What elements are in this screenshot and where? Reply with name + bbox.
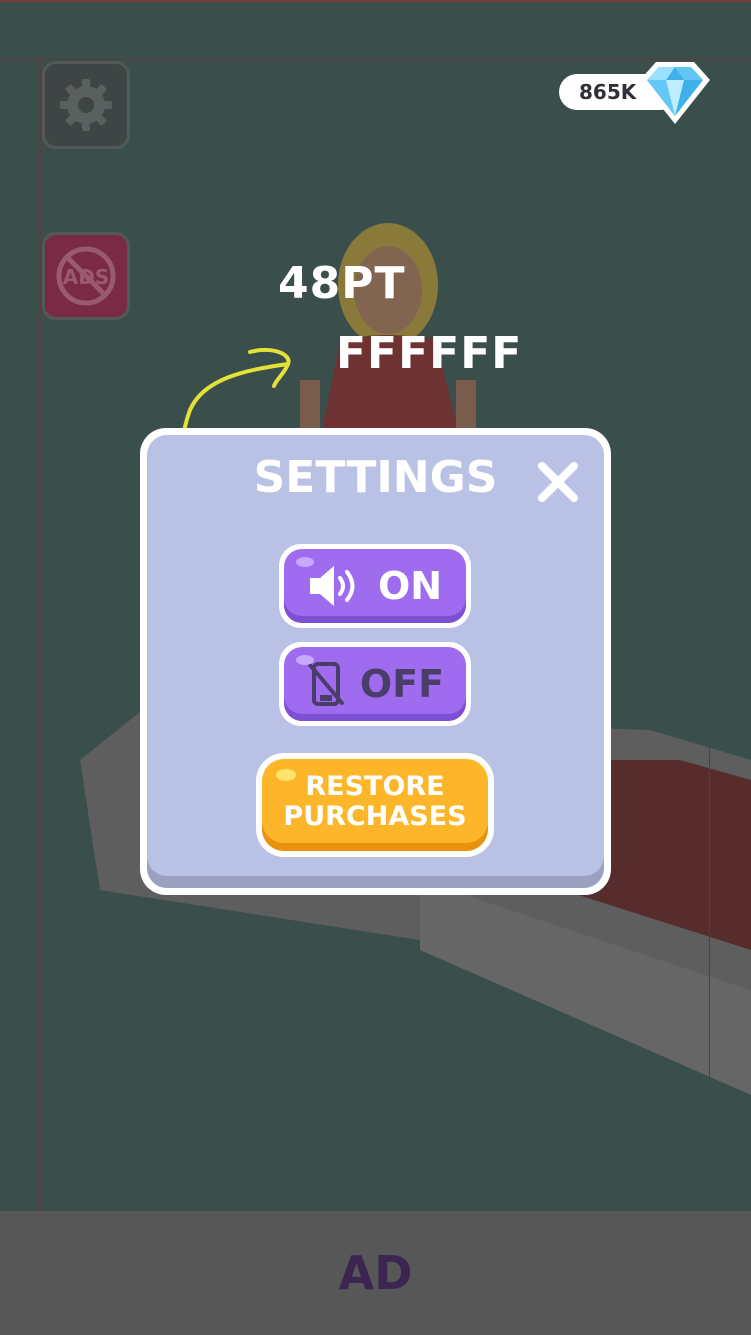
speaker-icon bbox=[309, 566, 355, 606]
currency-amount: 865K bbox=[579, 80, 637, 104]
vibration-toggle-button[interactable]: OFF bbox=[279, 642, 471, 726]
guide-line-left bbox=[40, 59, 41, 1211]
close-icon[interactable] bbox=[534, 458, 582, 506]
sound-toggle-label: ON bbox=[377, 564, 443, 608]
guide-line-right bbox=[709, 59, 710, 1211]
annotation-font-size: 48PT bbox=[278, 258, 406, 309]
ad-banner[interactable]: AD bbox=[0, 1211, 751, 1335]
ad-banner-label: AD bbox=[338, 1246, 413, 1300]
restore-purchases-button[interactable]: RESTORE PURCHASES bbox=[256, 753, 494, 857]
dialog-title: SETTINGS bbox=[253, 452, 498, 503]
vibration-toggle-label: OFF bbox=[359, 662, 445, 706]
gear-icon bbox=[60, 79, 112, 131]
diamond-icon bbox=[640, 62, 710, 124]
annotation-font-color: FFFFFF bbox=[336, 328, 523, 379]
settings-button[interactable] bbox=[42, 61, 130, 149]
no-ads-button[interactable]: ADS bbox=[42, 232, 130, 320]
no-ads-icon: ADS bbox=[56, 246, 116, 306]
sound-toggle-button[interactable]: ON bbox=[279, 544, 471, 628]
vibration-off-icon bbox=[307, 662, 344, 706]
restore-purchases-label: RESTORE PURCHASES bbox=[283, 771, 467, 832]
